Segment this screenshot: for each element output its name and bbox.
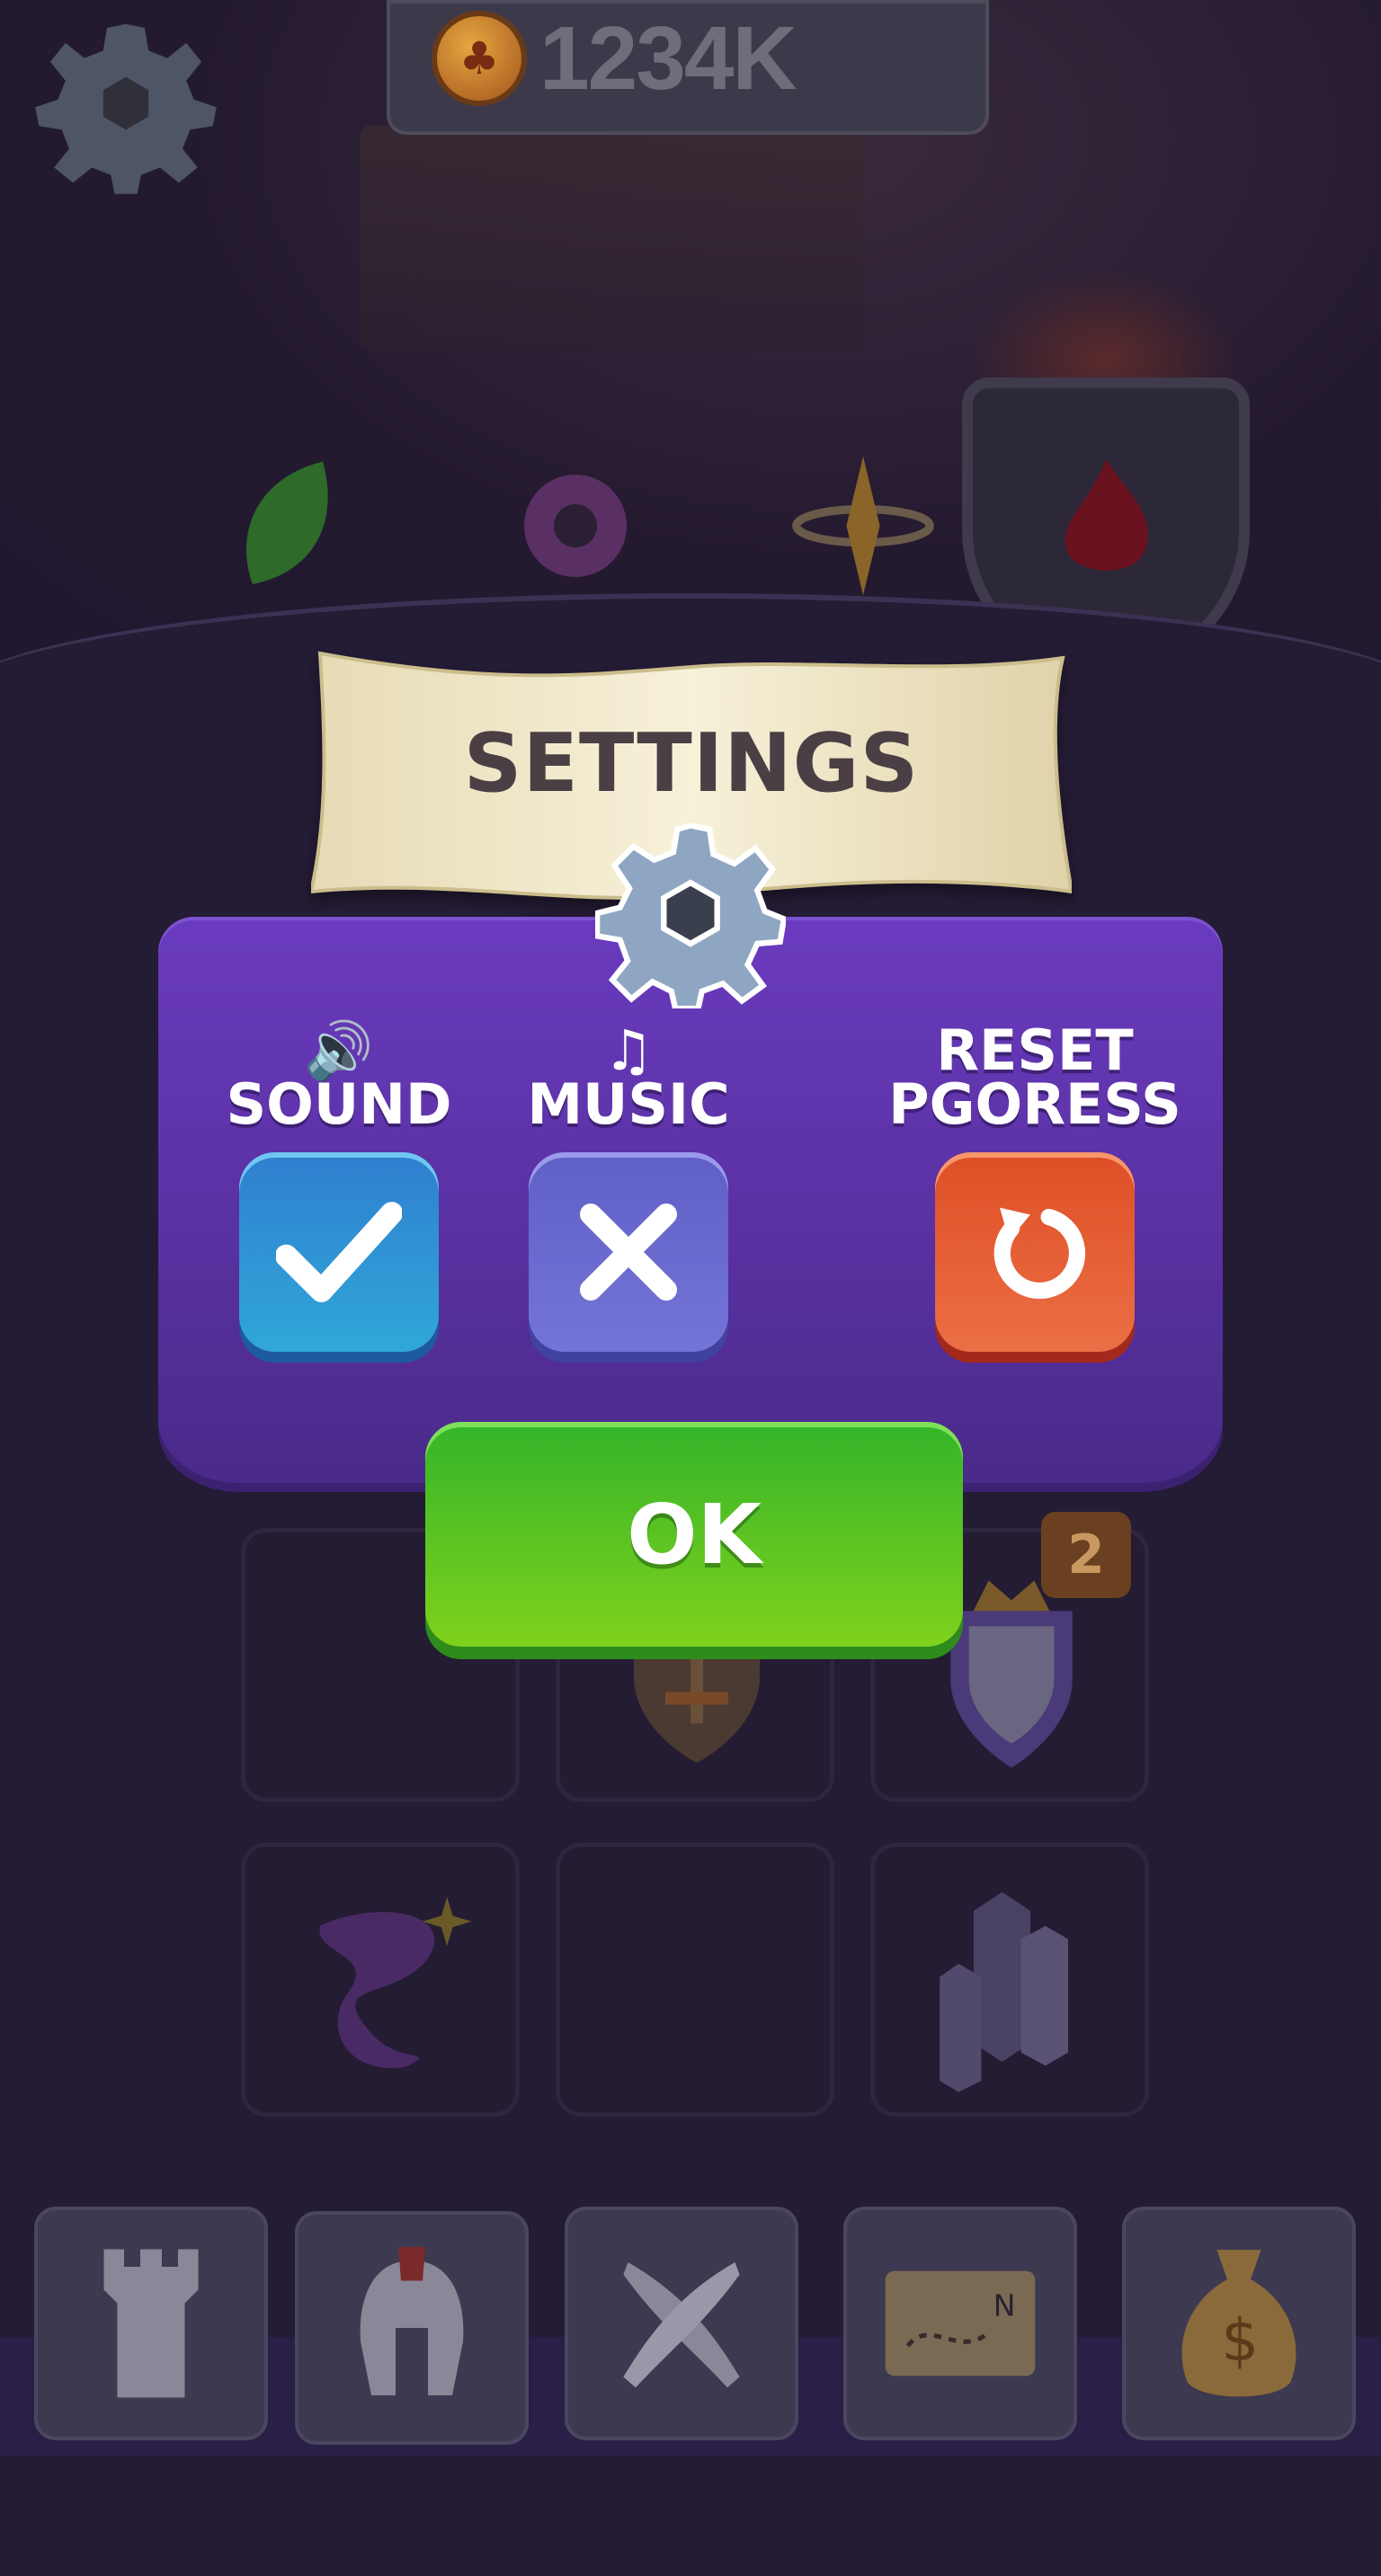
gear-icon [595, 822, 786, 1008]
reset-progress-button[interactable] [935, 1152, 1135, 1352]
card-level-badge: 2 [1041, 1512, 1131, 1598]
gear-icon[interactable] [31, 9, 220, 198]
treasure-map-icon: N [885, 2270, 1036, 2376]
reset-label-line1: RESET [936, 1017, 1134, 1083]
crystal-icon [940, 1892, 1068, 2092]
card-slot [556, 1843, 834, 2117]
scene-shelf [360, 126, 863, 351]
music-toggle-button[interactable] [529, 1152, 728, 1352]
speaker-icon: 🔊 [304, 1017, 374, 1083]
leaf-icon [245, 461, 328, 584]
arcane-swirl-icon [524, 475, 627, 577]
music-note-icon: ♫ [603, 1017, 654, 1083]
svg-text:N: N [993, 2288, 1016, 2323]
ok-button[interactable]: OK [425, 1422, 963, 1647]
cross-icon [580, 1204, 677, 1301]
svg-text:$: $ [1221, 2306, 1259, 2375]
coin-counter: 1234K [539, 8, 797, 109]
sound-label: SOUND [226, 1071, 452, 1137]
sound-toggle-button[interactable] [239, 1152, 439, 1352]
tab-battle[interactable] [565, 2207, 798, 2440]
tab-shop[interactable]: $ [1122, 2207, 1356, 2440]
coin-clover-icon: ♣ [432, 11, 527, 106]
reset-arrow-icon [993, 1207, 1085, 1300]
compass-icon [792, 456, 934, 596]
magic-smoke-icon [319, 1896, 472, 2068]
helmet-icon [360, 2247, 464, 2395]
flame-icon [1065, 459, 1148, 571]
checkmark-icon [276, 1202, 402, 1302]
tab-map[interactable]: N [843, 2207, 1077, 2440]
tower-icon [103, 2249, 199, 2398]
crossed-swords-icon [623, 2262, 740, 2388]
tab-warrior[interactable] [295, 2211, 529, 2445]
music-label: MUSIC [527, 1071, 730, 1137]
reset-label-line2: PGORESS [888, 1071, 1181, 1137]
money-bag-icon: $ [1181, 2250, 1296, 2397]
tab-tower[interactable] [34, 2207, 268, 2440]
dialog-title: SETTINGS [463, 716, 920, 811]
